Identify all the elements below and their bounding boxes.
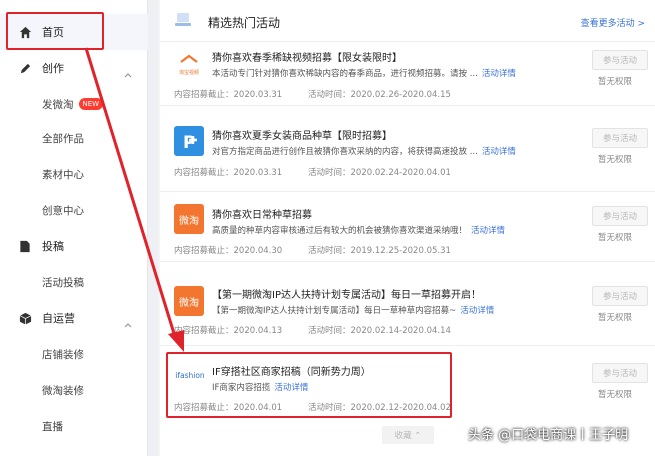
annotation-arrow [84, 47, 184, 352]
app-root: 首页 创作 发微淘 NEW 全部作品 素材中心 创意中心 投稿 活动投稿 自运营… [0, 0, 655, 456]
watermark: 头条 @口袋电商课丨王子明 [468, 428, 629, 443]
